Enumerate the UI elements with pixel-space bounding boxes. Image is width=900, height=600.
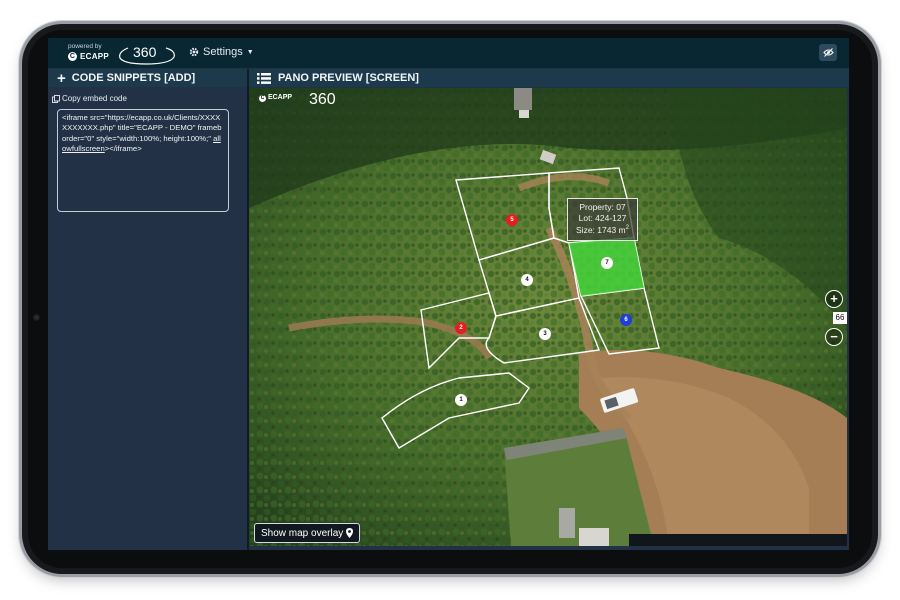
pano-watermark-360: 360 bbox=[309, 91, 336, 108]
powered-by-text: powered by bbox=[68, 43, 102, 50]
pano-preview-header: PANO PREVIEW [SCREEN] bbox=[249, 69, 849, 87]
embed-code-text: <iframe src="https://ecapp.co.uk/Clients… bbox=[62, 113, 222, 143]
gear-icon bbox=[189, 47, 199, 57]
copy-icon bbox=[52, 94, 60, 103]
ecapp-logo[interactable]: C ECAPP bbox=[68, 52, 109, 61]
ecapp-brand-text: ECAPP bbox=[80, 52, 110, 61]
app-screen: powered by C ECAPP 360 Settings ▼ + CODE… bbox=[48, 38, 849, 550]
zoom-in-button[interactable]: + bbox=[825, 290, 843, 308]
zoom-level: 66 bbox=[833, 312, 847, 324]
copy-embed-code-link[interactable]: Copy embed code bbox=[52, 94, 127, 103]
caret-down-icon: ▼ bbox=[246, 48, 254, 56]
ecapp-c-icon: C bbox=[68, 52, 77, 61]
tooltip-property: Property: 07 bbox=[579, 202, 626, 212]
lot-marker-4[interactable]: 4 bbox=[521, 274, 533, 286]
lot-marker-7[interactable]: 7 bbox=[601, 257, 613, 269]
logo-360-text: 360 bbox=[133, 44, 157, 60]
tooltip-size: Size: 1743 m2 bbox=[576, 224, 629, 235]
lot-marker-6[interactable]: 6 bbox=[620, 314, 632, 326]
front-camera bbox=[33, 314, 40, 321]
show-map-overlay-button[interactable]: Show map overlay bbox=[254, 523, 361, 543]
zoom-out-button[interactable]: − bbox=[825, 328, 843, 346]
lot-marker-5[interactable]: 5 bbox=[506, 214, 518, 226]
pano-watermark-brand: ECAPP bbox=[267, 94, 293, 101]
code-snippets-title: CODE SNIPPETS [ADD] bbox=[71, 72, 196, 84]
toggle-visibility-button[interactable] bbox=[819, 44, 837, 61]
lot-marker-3[interactable]: 3 bbox=[539, 328, 551, 340]
property-tooltip: Property: 07 Lot: 424-127 Size: 1743 m2 bbox=[567, 198, 638, 241]
aerial-panorama-image bbox=[249, 88, 847, 546]
lot-marker-2[interactable]: 2 bbox=[455, 322, 467, 334]
pano-watermark-logo: C ECAPP bbox=[259, 94, 293, 102]
settings-dropdown[interactable]: Settings ▼ bbox=[189, 46, 254, 58]
logo-360-icon[interactable]: 360 bbox=[114, 40, 178, 66]
eye-slash-icon bbox=[822, 48, 834, 57]
code-snippets-panel: Copy embed code <iframe src="https://eca… bbox=[48, 88, 247, 550]
plus-icon[interactable]: + bbox=[57, 71, 66, 86]
pano-preview-title: PANO PREVIEW [SCREEN] bbox=[278, 72, 419, 84]
settings-label: Settings bbox=[203, 46, 243, 58]
code-snippets-header: + CODE SNIPPETS [ADD] bbox=[48, 69, 247, 87]
copy-embed-code-label: Copy embed code bbox=[62, 94, 127, 103]
show-map-overlay-label: Show map overlay bbox=[261, 527, 344, 539]
bottom-bar bbox=[629, 534, 847, 546]
top-navbar: powered by C ECAPP 360 Settings ▼ bbox=[48, 38, 849, 68]
map-marker-icon bbox=[346, 528, 354, 538]
embed-code-text-end: ></iframe> bbox=[104, 143, 142, 153]
tooltip-lot: Lot: 424-127 bbox=[578, 212, 627, 223]
embed-code-textarea[interactable]: <iframe src="https://ecapp.co.uk/Clients… bbox=[57, 109, 229, 212]
list-icon bbox=[257, 72, 271, 84]
lot-marker-1[interactable]: 1 bbox=[455, 394, 467, 406]
pano-viewer[interactable]: C ECAPP 360 1 2 3 4 5 6 7 Property: 07 Lot: 42… bbox=[249, 88, 847, 546]
